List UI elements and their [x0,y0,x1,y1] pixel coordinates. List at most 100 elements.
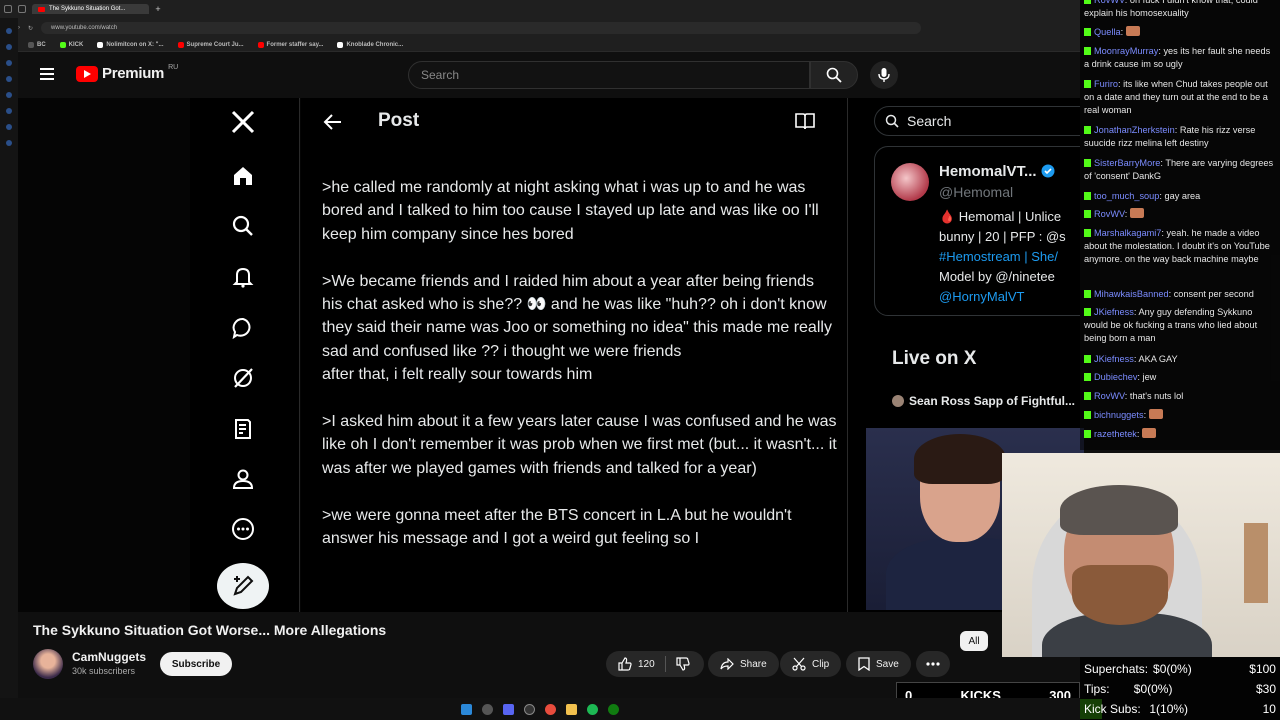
chat-username[interactable]: too_much_soup [1094,191,1159,201]
post-paragraph: his chat asked who is she?? 👀 and he was… [322,296,832,360]
sidebar-app-icon[interactable] [6,124,12,130]
bookmark-item[interactable]: KICK [59,41,83,48]
stats-row-tips: Tips: $0(0%) $30 [1084,682,1276,696]
save-button[interactable]: Save [846,651,911,677]
sidebar-app-icon[interactable] [6,140,12,146]
browser-tab-active[interactable]: The Sykkuno Situation Got... [32,4,150,14]
search-icon[interactable] [482,703,493,715]
youtube-logo[interactable]: Premium RU [76,64,178,82]
live-item: Sean Ross Sapp of Fightful... [892,394,1075,408]
kick-badge-icon [1084,411,1091,419]
forward-icon[interactable]: › [18,25,20,31]
browser-icon[interactable] [545,703,556,715]
chat-username[interactable]: RovWV [1094,0,1125,5]
youtube-header: Premium RU Search [18,52,1080,98]
like-count: 120 [638,658,655,670]
chat-username[interactable]: SisterBarryMore [1094,158,1160,168]
window-menu-icon[interactable] [4,5,12,13]
youtube-play-icon [76,65,98,82]
chat-username[interactable]: bichnuggets [1094,410,1144,420]
kick-badge-icon [1084,159,1091,167]
discord-icon[interactable] [503,703,514,715]
chat-username[interactable]: MoonrayMurray [1094,46,1158,56]
more-icon [223,509,263,549]
chat-username[interactable]: JKiefness [1094,307,1134,317]
sidebar-app-icon[interactable] [6,108,12,114]
chat-message: Furiro: its like when Chud takes people … [1084,79,1268,116]
chat-username[interactable]: Furiro [1094,79,1118,89]
chat-username[interactable]: Quella [1094,27,1121,37]
search-input[interactable]: Search [408,61,810,89]
bookmark-item[interactable]: BC [28,41,46,48]
bookmark-item[interactable]: Nolimitcon on X: "... [97,41,164,48]
chat-username[interactable]: Marshalkagami7 [1094,228,1161,238]
emote-icon [1125,26,1140,36]
dislike-icon[interactable] [676,657,690,671]
kick-badge-icon [1084,80,1091,88]
spotify-icon[interactable] [587,703,598,715]
stats-row-kick-subs: Kick Subs: 1(10%) 10 [1084,702,1276,716]
kick-badge-icon [1084,355,1091,363]
share-button[interactable]: Share [708,651,779,677]
kick-badge-icon [1084,210,1091,218]
chat-username[interactable]: Dubiechev [1094,372,1137,382]
kick-badge-icon [1084,308,1091,316]
chat-message: MoonrayMurray: yes its her fault she nee… [1084,46,1271,70]
kick-badge-icon [1084,373,1091,381]
tab-title: The Sykkuno Situation Got... [49,6,126,12]
sidebar-app-icon[interactable] [6,44,12,50]
chat-username[interactable]: razethetek [1094,429,1137,439]
sidebar-app-icon[interactable] [6,92,12,98]
video-title: The Sykkuno Situation Got Worse... More … [33,622,387,638]
profile-bio: 🩸 Hemomal | Unlice bunny | 20 | PFP : @s… [939,209,1066,304]
kick-badge-icon [1084,430,1091,438]
donation-stats: Superchats: $0(0%) $100 Tips: $0(0%) $30 Kic… [1080,657,1280,720]
chat-username[interactable]: RovWV [1094,391,1125,401]
obs-icon[interactable] [524,703,535,715]
home-icon [223,156,263,196]
chat-text: that's nuts lol [1129,391,1184,401]
tab-overview-icon[interactable] [18,5,26,13]
sidebar-app-icon[interactable] [6,60,12,66]
voice-search-button[interactable] [870,61,898,89]
webcam-host [1002,453,1280,657]
chat-text: jew [1142,372,1157,382]
kick-badge-icon [1084,290,1091,298]
chat-message: SisterBarryMore: There are varying degre… [1084,158,1274,182]
like-icon[interactable] [618,657,632,671]
file-explorer-icon[interactable] [566,703,577,715]
chat-username[interactable]: MihawkaisBanned [1094,289,1169,299]
clip-button[interactable]: Clip [780,651,842,677]
chat-username[interactable]: JonathanZherkstein [1094,125,1175,135]
reload-icon[interactable]: ↻ [28,25,33,32]
url-field[interactable]: www.youtube.com/watch [41,22,922,34]
notifications-icon [223,257,263,297]
chat-username[interactable]: RovWV [1094,209,1125,219]
address-bar-row: ‹ › ↻ www.youtube.com/watch [0,18,1080,38]
lists-icon [223,409,263,449]
filter-chip-all[interactable]: All [960,631,988,651]
channel-name[interactable]: CamNuggets [72,650,146,664]
back-arrow-icon [323,114,341,130]
more-actions-button[interactable] [916,651,950,677]
search-button[interactable] [810,61,858,89]
chat-message: Quella: [1084,26,1276,39]
bookmark-item[interactable]: Knoblade Chronic... [337,41,403,48]
chat-message: RovWV: [1084,208,1276,221]
new-tab-icon[interactable]: + [155,4,160,14]
subscribe-button[interactable]: Subscribe [160,652,232,676]
sidebar-app-icon[interactable] [6,76,12,82]
menu-icon[interactable] [40,68,54,80]
emote-icon [1148,409,1163,419]
bookmark-item[interactable]: Former staffer say... [257,41,323,48]
xbox-icon[interactable] [608,703,619,715]
chat-username[interactable]: JKiefness [1094,354,1134,364]
post-paragraph: after that, i felt really sour towards h… [322,366,593,384]
post-paragraph: >he called me randomly at night asking w… [322,179,819,243]
avatar [891,163,929,201]
kick-badge-icon [1084,192,1091,200]
bookmark-item[interactable]: Supreme Court Ju... [177,41,244,48]
sidebar-app-icon[interactable] [6,28,12,34]
channel-avatar[interactable] [33,649,63,679]
windows-start-icon[interactable] [461,703,472,715]
